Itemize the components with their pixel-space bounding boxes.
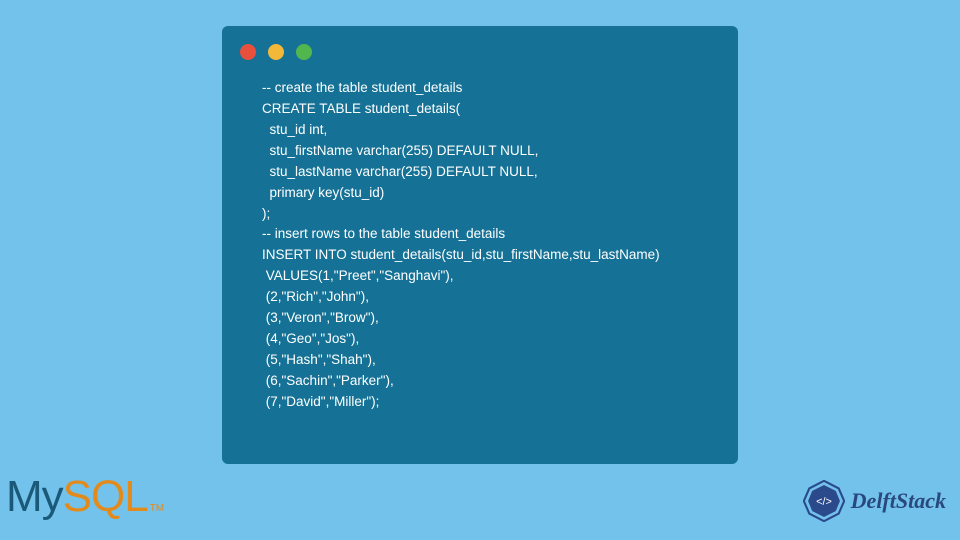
svg-text:</>: </>: [816, 496, 832, 508]
code-line: stu_lastName varchar(255) DEFAULT NULL,: [262, 164, 538, 179]
code-line: CREATE TABLE student_details(: [262, 101, 460, 116]
code-line: (2,"Rich","John"),: [262, 289, 369, 304]
maximize-icon: [296, 44, 312, 60]
mysql-logo: MySQLTM: [6, 472, 164, 522]
delftstack-text: DelftStack: [851, 488, 946, 514]
mysql-logo-tm: TM: [150, 503, 164, 514]
minimize-icon: [268, 44, 284, 60]
code-line: stu_id int,: [262, 122, 327, 137]
code-line: -- insert rows to the table student_deta…: [262, 226, 505, 241]
code-line: primary key(stu_id): [262, 185, 384, 200]
mysql-logo-sql: SQL: [63, 472, 148, 522]
code-content: -- create the table student_details CREA…: [240, 78, 720, 413]
mysql-logo-my: My: [6, 472, 63, 522]
code-line: (3,"Veron","Brow"),: [262, 310, 379, 325]
close-icon: [240, 44, 256, 60]
code-line: (6,"Sachin","Parker"),: [262, 373, 394, 388]
code-line: stu_firstName varchar(255) DEFAULT NULL,: [262, 143, 538, 158]
code-line: VALUES(1,"Preet","Sanghavi"),: [262, 268, 454, 283]
code-line: INSERT INTO student_details(stu_id,stu_f…: [262, 247, 660, 262]
code-window: -- create the table student_details CREA…: [222, 26, 738, 464]
code-line: );: [262, 206, 270, 221]
code-line: (5,"Hash","Shah"),: [262, 352, 376, 367]
code-line: (4,"Geo","Jos"),: [262, 331, 359, 346]
code-line: (7,"David","Miller");: [262, 394, 379, 409]
delftstack-icon: </>: [803, 480, 845, 522]
window-controls: [240, 44, 720, 60]
code-line: -- create the table student_details: [262, 80, 462, 95]
delftstack-logo: </> DelftStack: [803, 480, 946, 522]
